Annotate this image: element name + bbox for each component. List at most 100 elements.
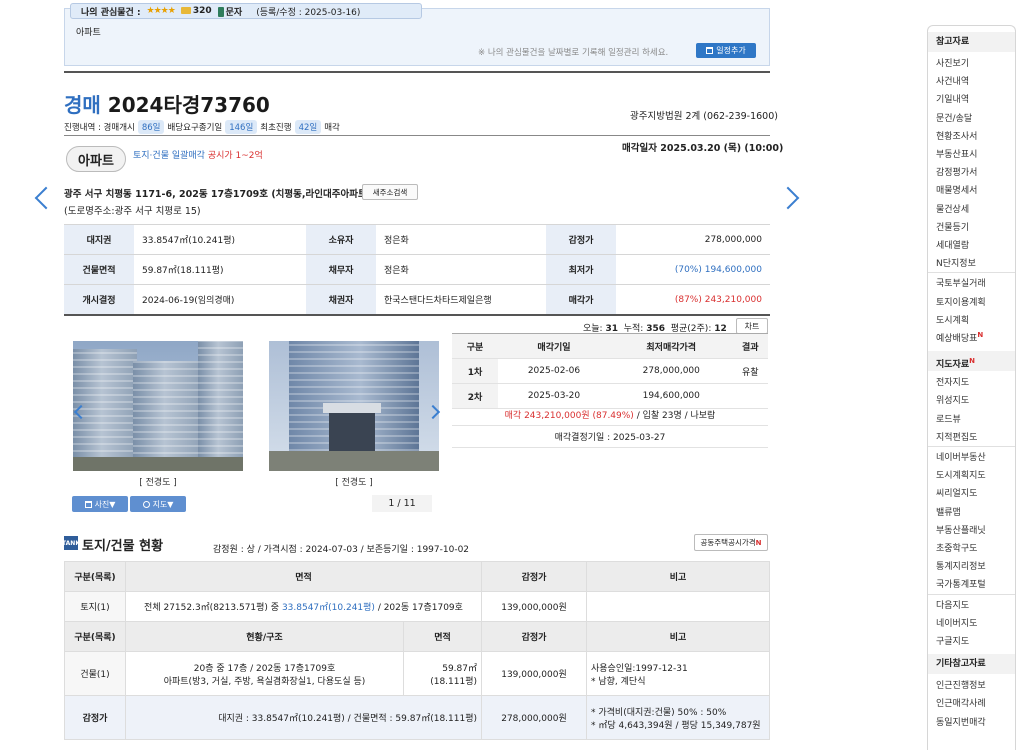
calendar-icon <box>706 47 714 54</box>
sidebar-link[interactable]: 물건상세 <box>936 202 969 215</box>
sidebar-link[interactable]: 통계지리정보 <box>936 559 986 572</box>
interest-stars[interactable]: ★★★★ <box>147 6 176 16</box>
progress-tag: 86일 <box>137 120 165 134</box>
progress-tag: 146일 <box>225 120 258 134</box>
next-case-arrow-icon[interactable] <box>784 184 798 212</box>
round-n: 2차 <box>452 383 498 409</box>
sidebar-link[interactable]: 지적편집도 <box>936 430 977 443</box>
map-menu-button[interactable]: 지도▼ <box>130 496 186 512</box>
section-title: 토지/건물 현황 <box>82 539 164 554</box>
sidebar-link[interactable]: 도시계획지도 <box>936 468 986 481</box>
sidebar-link[interactable]: 사진보기 <box>936 56 969 69</box>
building-price: 139,000,000원 <box>481 651 587 696</box>
section-icon: TANK <box>62 536 80 550</box>
photo-next-arrow-icon[interactable] <box>431 405 439 417</box>
sidebar-link[interactable]: 건물등기 <box>936 220 969 233</box>
land-header: 비고 <box>586 561 770 592</box>
sidebar-link[interactable]: 인근매각사례 <box>936 696 986 709</box>
property-photo-2[interactable] <box>269 341 439 471</box>
map-pin-icon <box>142 500 150 508</box>
info-header: 채권자 <box>306 284 376 315</box>
info-value: 한국스탠다드차타드제일은행 <box>376 284 546 315</box>
building-label: 건물(1) <box>64 651 126 696</box>
new-address-search-button[interactable]: 새주소검색 <box>362 184 418 200</box>
folder-icon <box>180 7 191 14</box>
sidebar-link[interactable]: 위성지도 <box>936 393 969 406</box>
sidebar-link[interactable]: 국토부실거래 <box>936 276 986 289</box>
round-header: 결과 <box>732 333 768 359</box>
appraisal-note: * 가격비(대지권:건물) 50% : 50% * ㎡당 4,643,394원 /… <box>586 695 770 740</box>
building-structure: 20층 중 17층 / 202동 17층1709호 아파트(방3, 거실, 주방,… <box>125 651 404 696</box>
info-value: 정은화 <box>376 224 546 255</box>
appraisal-label: 감정가 <box>64 695 126 740</box>
property-photo-1[interactable] <box>73 341 243 471</box>
building-table: 구분(목록) 현황/구조 면적 감정가 비고 건물(1) 20층 중 17층 / 202… <box>64 621 770 740</box>
property-address: 광주 서구 치평동 1171-6, 202동 17층1709호 (치평동,라인대… <box>64 189 372 200</box>
divider <box>64 135 770 136</box>
chart-button[interactable]: 차트 <box>736 318 768 334</box>
sidebar-link[interactable]: 씨리얼지도 <box>936 486 977 499</box>
sidebar-link[interactable]: 감정평가서 <box>936 165 977 178</box>
sidebar-link[interactable]: 매물명세서 <box>936 183 977 196</box>
sidebar-link[interactable]: 현황조사서 <box>936 129 977 142</box>
sidebar-link[interactable]: 기일내역 <box>936 92 969 105</box>
folder-count[interactable]: 320 <box>180 6 212 16</box>
sidebar-link[interactable]: 밸류맵 <box>936 505 961 518</box>
sms-link[interactable]: 문자 <box>217 5 242 18</box>
sidebar-link[interactable]: 네이버부동산 <box>936 450 986 463</box>
info-value: 정은화 <box>376 254 546 285</box>
case-info-table: 대지권 33.8547㎡(10.241평) 소유자 정은화 감정가 278,000,000… <box>64 224 770 315</box>
round-price: 278,000,000 <box>609 358 733 384</box>
sidebar-link[interactable]: 국가통계포털 <box>936 577 986 590</box>
interest-note: ※ 나의 관심물건을 날짜별로 기록해 일정관리 하세요. <box>478 48 669 58</box>
case-kind: 경매 <box>64 93 101 117</box>
land-label: 토지(1) <box>64 591 126 622</box>
sidebar-link[interactable]: 부동산플래닛 <box>936 523 986 536</box>
sidebar-link[interactable]: 예상배당표N <box>936 331 983 344</box>
sidebar-link[interactable]: 네이버지도 <box>936 616 977 629</box>
section-meta: 감정원 : 상 / 가격시점 : 2024-07-03 / 보존등기일 : 19… <box>213 545 470 555</box>
sidebar-link[interactable]: 초중학구도 <box>936 541 977 554</box>
sidebar-link[interactable]: 로드뷰 <box>936 412 961 425</box>
auction-result: 매각 243,210,000원 (87.49%) / 입찰 23명 / 나보람 <box>452 406 768 426</box>
info-value: (87%) 243,210,000 <box>616 284 770 315</box>
info-header: 채무자 <box>306 254 376 285</box>
sidebar-link[interactable]: 사건내역 <box>936 74 969 87</box>
photo-caption: [ 전경도 ] <box>139 478 177 488</box>
case-title: 경매 2024타경73760 <box>64 89 270 118</box>
sidebar-link[interactable]: 동일지번매각 <box>936 715 986 728</box>
sidebar-link[interactable]: 문건/송달 <box>936 111 972 124</box>
land-table: 구분(목록) 면적 감정가 비고 토지(1) 전체 27152.3㎡(8213.571… <box>64 561 770 622</box>
prev-case-arrow-icon[interactable] <box>34 184 48 212</box>
sidebar-link[interactable]: N단지정보 <box>936 256 976 269</box>
sale-date: 매각일자 2025.03.20 (목) (10:00) <box>622 143 784 154</box>
sidebar-link[interactable]: 세대열람 <box>936 238 969 251</box>
divider <box>928 446 1015 447</box>
photo-pager: 1 / 11 <box>372 495 432 512</box>
divider <box>64 314 770 316</box>
info-header: 소유자 <box>306 224 376 255</box>
sidebar-link[interactable]: 토지이용계획 <box>936 295 986 308</box>
building-area: 59.87㎡ (18.111평) <box>403 651 482 696</box>
divider <box>64 71 770 73</box>
photo-prev-arrow-icon[interactable] <box>73 405 81 417</box>
sidebar-link[interactable]: 전자지도 <box>936 375 969 388</box>
round-date: 2025-02-06 <box>498 358 610 384</box>
photo-caption: [ 전경도 ] <box>335 478 373 488</box>
divider <box>928 593 1015 595</box>
sidebar-heading-reference: 참고자료 <box>928 32 1015 52</box>
round-header: 매각기일 <box>498 333 610 359</box>
house-price-button[interactable]: 공동주택공시가격 N <box>694 534 768 551</box>
info-header: 개시결정 <box>64 284 134 315</box>
round-price: 194,600,000 <box>609 383 733 409</box>
add-schedule-button[interactable]: 일정추가 <box>696 43 756 58</box>
sidebar-link[interactable]: 부동산표시 <box>936 147 977 160</box>
decision-date: 매각결정기일 : 2025-03-27 <box>452 428 768 448</box>
sidebar-link[interactable]: 구글지도 <box>936 634 969 647</box>
sidebar-link[interactable]: 다음지도 <box>936 598 969 611</box>
photo-menu-button[interactable]: 사진▼ <box>72 496 128 512</box>
building-header: 비고 <box>586 621 770 652</box>
info-row: 개시결정 2024-06-19(임의경매) 채권자 한국스탠다드차타드제일은행 매각가(… <box>64 284 770 315</box>
sidebar-link[interactable]: 인근진행정보 <box>936 678 986 691</box>
sidebar-link[interactable]: 도시계획 <box>936 313 969 326</box>
